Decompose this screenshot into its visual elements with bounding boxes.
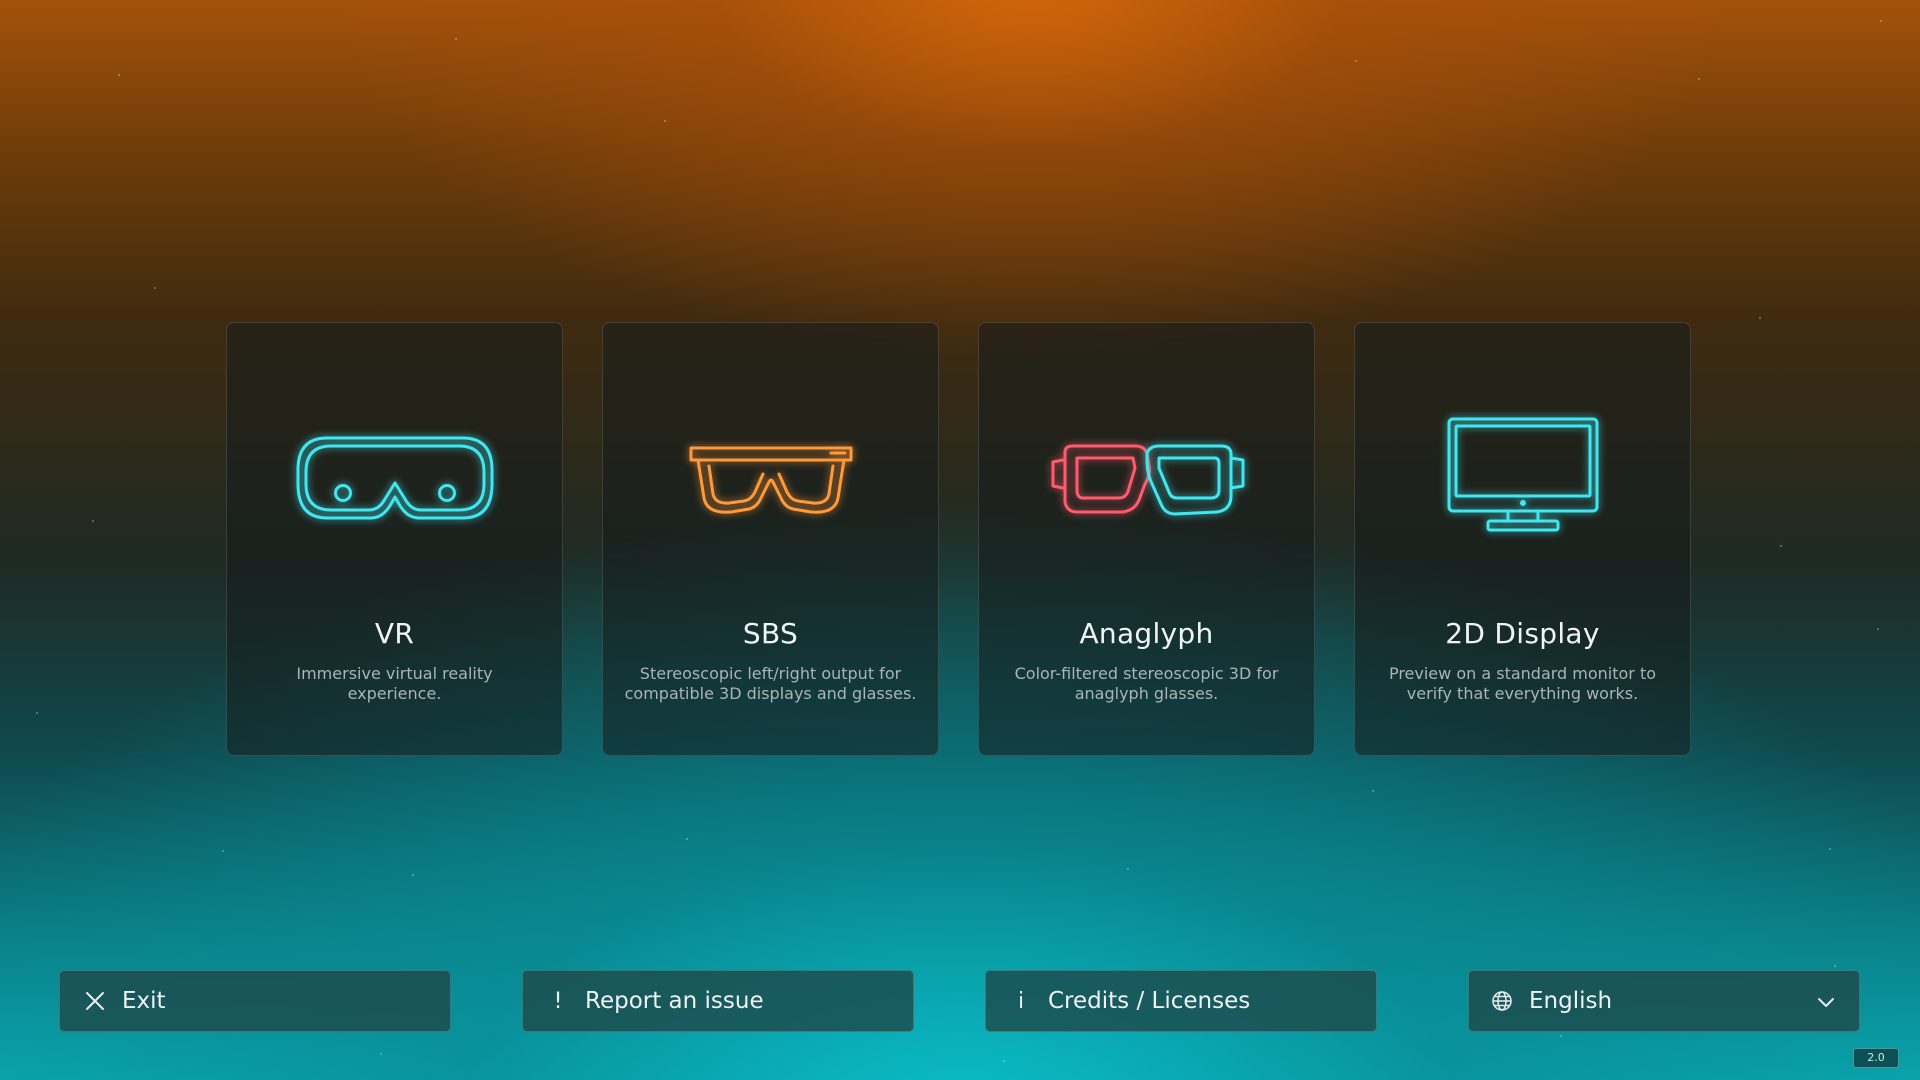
exit-button[interactable]: Exit (59, 970, 451, 1032)
mode-card-sbs[interactable]: SBS Stereoscopic left/right output for c… (602, 322, 939, 756)
mode-card-vr[interactable]: VR Immersive virtual reality experience. (226, 322, 563, 756)
3d-glasses-icon (671, 418, 871, 538)
anaglyph-glasses-icon (1047, 418, 1247, 538)
mode-title-2d-display: 2D Display (1445, 617, 1600, 650)
mode-title-sbs: SBS (742, 617, 799, 650)
vr-headset-icon (295, 418, 495, 538)
mode-card-anaglyph[interactable]: Anaglyph Color-filtered stereoscopic 3D … (978, 322, 1315, 756)
mode-description-2d-display: Preview on a standard monitor to verify … (1388, 664, 1657, 703)
info-icon: i (1017, 988, 1025, 1014)
mode-description-sbs: Stereoscopic left/right output for compa… (624, 664, 917, 703)
close-icon (82, 988, 108, 1014)
mode-description-anaglyph: Color-filtered stereoscopic 3D for anagl… (1014, 664, 1279, 703)
mode-title-vr: VR (374, 617, 415, 650)
language-select[interactable]: English (1468, 970, 1860, 1032)
mode-cards: VR Immersive virtual reality experience.… (226, 322, 1694, 758)
report-issue-button[interactable]: ! Report an issue (522, 970, 914, 1032)
exclamation-icon: ! (553, 988, 563, 1014)
report-issue-label: Report an issue (585, 988, 764, 1014)
credits-licenses-button[interactable]: i Credits / Licenses (985, 970, 1377, 1032)
version-badge: 2.0 (1853, 1048, 1899, 1068)
mode-description-vr: Immersive virtual reality experience. (296, 664, 493, 703)
credits-licenses-label: Credits / Licenses (1048, 988, 1251, 1014)
mode-title-anaglyph: Anaglyph (1079, 617, 1214, 650)
language-selected-value: English (1529, 988, 1613, 1014)
exit-label: Exit (122, 988, 166, 1014)
monitor-icon (1423, 417, 1623, 538)
chevron-down-icon (1815, 991, 1837, 1013)
mode-card-2d-display[interactable]: 2D Display Preview on a standard monitor… (1354, 322, 1691, 756)
globe-icon (1489, 988, 1515, 1014)
